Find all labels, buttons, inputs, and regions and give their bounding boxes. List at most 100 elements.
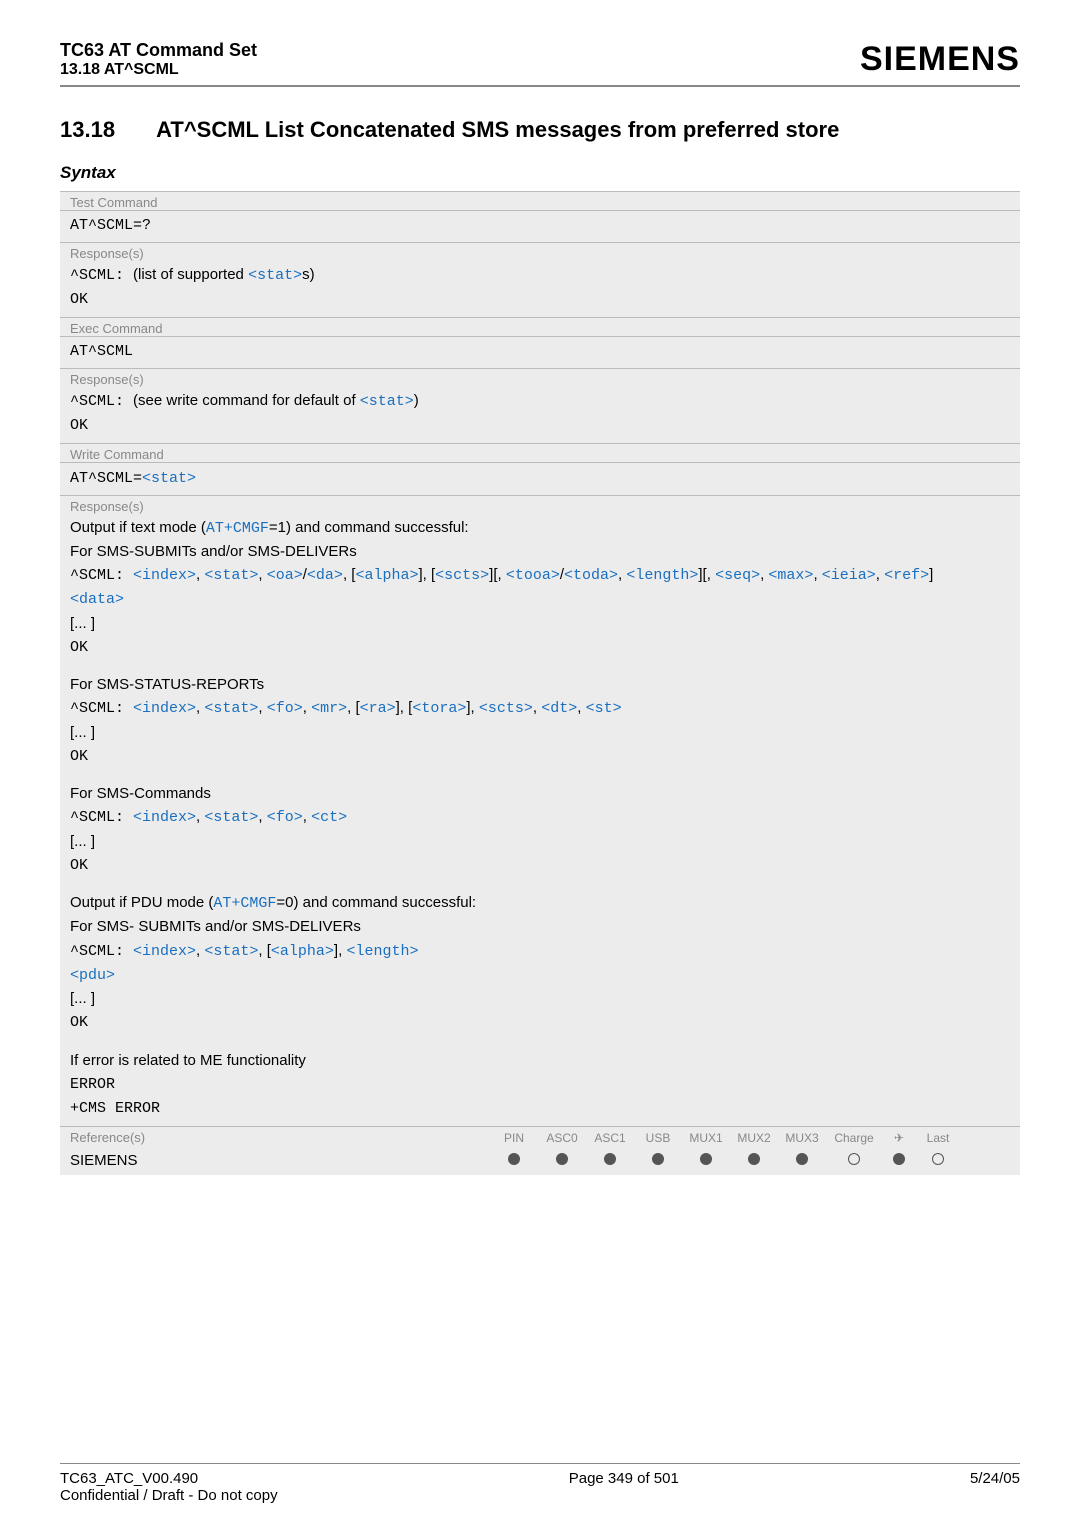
doc-title: TC63 AT Command Set [60, 40, 257, 61]
ellipsis-3: [... ] [70, 833, 95, 850]
ellipsis-4: [... ] [70, 990, 95, 1007]
pdu-1a: Output if PDU mode ( [70, 894, 213, 911]
ok-3: OK [70, 857, 88, 874]
col-mux2: MUX2 [730, 1131, 778, 1145]
dot-cell [586, 1152, 634, 1169]
pdu-1b: =0) and command successful: [276, 894, 476, 911]
dot-cell [490, 1152, 538, 1169]
footer-left: TC63_ATC_V00.490 Confidential / Draft - … [60, 1470, 278, 1504]
exec-response-body: ^SCML: (see write command for default of… [60, 387, 1020, 444]
dot-filled-icon [796, 1153, 808, 1165]
ok-4: OK [70, 1014, 88, 1031]
error-text: ERROR [70, 1076, 115, 1093]
exec-resp-param: <stat> [360, 393, 414, 410]
dot-empty-icon [848, 1153, 860, 1165]
exec-resp-suffix: ) [414, 392, 419, 409]
test-response-label: Response(s) [60, 242, 1020, 261]
reference-header-row: Reference(s) PIN ASC0 ASC1 USB MUX1 MUX2… [60, 1126, 1020, 1148]
brand-logo: SIEMENS [860, 40, 1020, 79]
doc-subtitle: 13.18 AT^SCML [60, 61, 257, 79]
page-footer: TC63_ATC_V00.490 Confidential / Draft - … [60, 1463, 1020, 1504]
col-asc0: ASC0 [538, 1131, 586, 1145]
scml-prefix-4: ^SCML: [70, 943, 133, 960]
scml-prefix-3: ^SCML: [70, 809, 133, 826]
write-response-body: Output if text mode (AT+CMGF=1) and comm… [60, 514, 1020, 1127]
test-ok: OK [70, 291, 88, 308]
footer-date: 5/24/05 [970, 1470, 1020, 1504]
test-resp-text: (list of supported [133, 266, 248, 283]
out-text-1a: Output if text mode ( [70, 519, 206, 536]
col-mux3: MUX3 [778, 1131, 826, 1145]
write-response-label: Response(s) [60, 495, 1020, 514]
out-text-2: For SMS-SUBMITs and/or SMS-DELIVERs [70, 543, 357, 560]
write-command: AT^SCML=<stat> [60, 462, 1020, 495]
exec-ok: OK [70, 417, 88, 434]
dot-cell [826, 1152, 882, 1169]
footer-version: TC63_ATC_V00.490 [60, 1470, 278, 1487]
ok-1: OK [70, 639, 88, 656]
out-text-1-cmd: AT+CMGF [206, 520, 269, 537]
test-command: AT^SCML=? [60, 210, 1020, 242]
reference-columns: PIN ASC0 ASC1 USB MUX1 MUX2 MUX3 Charge … [490, 1131, 960, 1145]
dot-filled-icon [556, 1153, 568, 1165]
col-pin: PIN [490, 1131, 538, 1145]
dot-cell [882, 1152, 916, 1169]
test-resp-prefix: ^SCML: [70, 267, 133, 284]
write-cmd-prefix: AT^SCML= [70, 470, 142, 487]
col-usb: USB [634, 1131, 682, 1145]
reference-siemens: SIEMENS [70, 1152, 490, 1169]
test-resp-suffix: s) [302, 266, 315, 283]
exec-response-label: Response(s) [60, 368, 1020, 387]
cms-error-text: +CMS ERROR [70, 1100, 160, 1117]
reference-value-row: SIEMENS [60, 1148, 1020, 1175]
write-command-label: Write Command [60, 443, 1020, 462]
dot-cell [916, 1152, 960, 1169]
scml-prefix-2: ^SCML: [70, 700, 133, 717]
col-airplane-icon: ✈ [882, 1131, 916, 1145]
col-asc1: ASC1 [586, 1131, 634, 1145]
exec-command: AT^SCML [60, 336, 1020, 368]
syntax-label: Syntax [60, 163, 1020, 183]
pdu-1-cmd: AT+CMGF [213, 895, 276, 912]
footer-page: Page 349 of 501 [569, 1470, 679, 1504]
ellipsis-2: [... ] [70, 724, 95, 741]
dot-filled-icon [893, 1153, 905, 1165]
scml-prefix-1: ^SCML: [70, 567, 133, 584]
header-divider [60, 85, 1020, 87]
test-response-body: ^SCML: (list of supported <stat>s) OK [60, 261, 1020, 318]
dot-cell [538, 1152, 586, 1169]
data-param: <data> [70, 591, 124, 608]
header-left: TC63 AT Command Set 13.18 AT^SCML [60, 40, 257, 79]
exec-command-label: Exec Command [60, 317, 1020, 336]
write-cmd-param: <stat> [142, 470, 196, 487]
section-title: AT^SCML List Concatenated SMS messages f… [156, 117, 1016, 143]
test-resp-param: <stat> [248, 267, 302, 284]
section-heading: 13.18 AT^SCML List Concatenated SMS mess… [60, 117, 1020, 143]
section-number: 13.18 [60, 117, 150, 143]
dot-filled-icon [748, 1153, 760, 1165]
dot-row [490, 1152, 960, 1169]
dot-cell [634, 1152, 682, 1169]
dot-cell [778, 1152, 826, 1169]
col-last: Last [916, 1131, 960, 1145]
pdu-param: <pdu> [70, 967, 115, 984]
dot-filled-icon [652, 1153, 664, 1165]
dot-cell [730, 1152, 778, 1169]
pdu-2: For SMS- SUBMITs and/or SMS-DELIVERs [70, 918, 361, 935]
exec-resp-text: (see write command for default of [133, 392, 360, 409]
ok-2: OK [70, 748, 88, 765]
col-mux1: MUX1 [682, 1131, 730, 1145]
col-charge: Charge [826, 1131, 882, 1145]
dot-filled-icon [604, 1153, 616, 1165]
footer-confidential: Confidential / Draft - Do not copy [60, 1487, 278, 1504]
exec-resp-prefix: ^SCML: [70, 393, 133, 410]
page-header: TC63 AT Command Set 13.18 AT^SCML SIEMEN… [60, 40, 1020, 79]
status-reports-label: For SMS-STATUS-REPORTs [70, 676, 264, 693]
ellipsis-1: [... ] [70, 615, 95, 632]
sms-commands-label: For SMS-Commands [70, 785, 211, 802]
dot-empty-icon [932, 1153, 944, 1165]
out-text-1b: =1) and command successful: [269, 519, 469, 536]
dot-cell [682, 1152, 730, 1169]
dot-filled-icon [508, 1153, 520, 1165]
dot-filled-icon [700, 1153, 712, 1165]
